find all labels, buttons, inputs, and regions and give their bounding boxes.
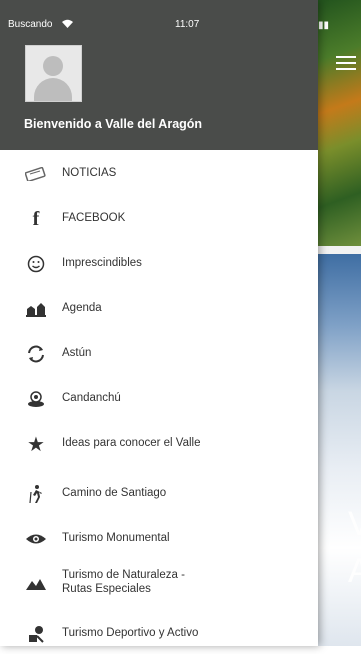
hiker-icon — [24, 483, 48, 505]
star-icon: ★ — [27, 433, 45, 456]
menu-item-turismo-naturaleza[interactable]: Turismo de Naturaleza - Rutas Especiales — [0, 564, 318, 604]
menu-item-turismo-monumental[interactable]: Turismo Monumental — [0, 519, 318, 559]
welcome-title: Bienvenido a Valle del Aragón — [24, 117, 203, 131]
menu-item-candanchu[interactable]: Candanchú — [0, 379, 318, 419]
eye-icon — [24, 528, 48, 550]
menu-item-camino-santiago[interactable]: Camino de Santiago — [0, 474, 318, 514]
menu-item-noticias[interactable]: NOTICIAS — [0, 154, 318, 194]
sport-icon — [24, 623, 48, 645]
ski-lift-icon — [24, 343, 48, 365]
battery-icon: ▮▮ — [318, 20, 330, 31]
location-icon — [24, 388, 48, 410]
drawer-header: Buscando 11:07 Bienvenido a Valle del Ar… — [0, 0, 318, 150]
navigation-drawer: Buscando 11:07 Bienvenido a Valle del Ar… — [0, 0, 318, 646]
wifi-icon — [62, 19, 73, 31]
status-time: 11:07 — [175, 19, 200, 30]
menu-item-imprescindibles[interactable]: Imprescindibles — [0, 244, 318, 284]
menu-item-ideas[interactable]: ★ Ideas para conocer el Valle — [0, 424, 318, 464]
menu-item-agenda[interactable]: Agenda — [0, 289, 318, 329]
status-bar: Buscando 11:07 — [0, 0, 318, 30]
mountain-icon — [24, 573, 48, 595]
menu-hamburger-icon[interactable] — [336, 56, 356, 70]
agenda-icon — [24, 298, 48, 320]
smiley-icon — [24, 253, 48, 275]
news-icon — [24, 163, 48, 185]
menu-item-turismo-deportivo[interactable]: Turismo Deportivo y Activo — [0, 614, 318, 654]
carrier-label: Buscando — [8, 19, 53, 30]
banner-text-line1: V — [348, 505, 361, 543]
avatar[interactable] — [25, 45, 82, 102]
menu-item-facebook[interactable]: f FACEBOOK — [0, 199, 318, 239]
facebook-icon: f — [32, 207, 40, 230]
banner-text-line2: A — [348, 552, 361, 590]
menu-item-astun[interactable]: Astún — [0, 334, 318, 374]
